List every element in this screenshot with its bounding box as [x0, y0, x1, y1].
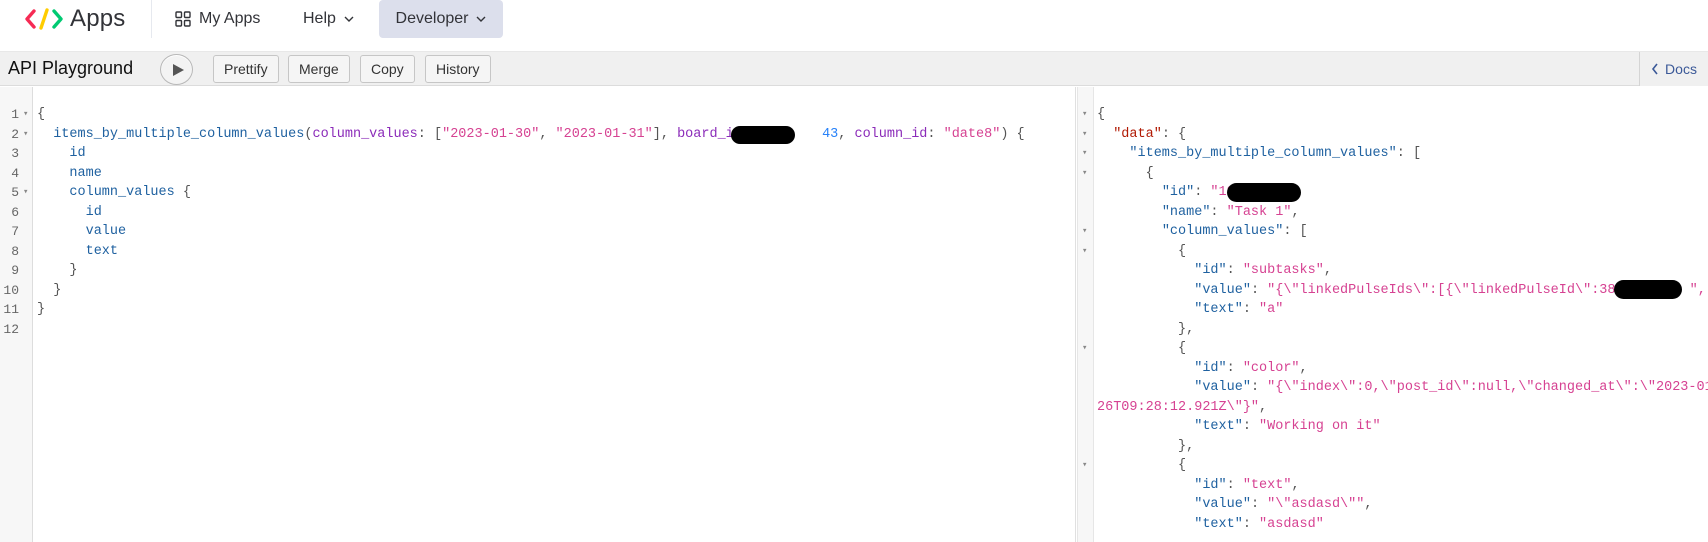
code-line: id [85, 204, 102, 220]
code-line: items_by_multiple_column_values(column_v… [53, 126, 1025, 142]
code-line: } [37, 302, 46, 317]
fold-arrow-icon[interactable]: ▾ [1082, 222, 1087, 242]
docs-label: Docs [1665, 61, 1697, 77]
line-number: 9 [11, 263, 19, 278]
result-line: 26T09:28:12.921Z\"}", [1097, 399, 1268, 415]
fold-arrow-icon[interactable]: ▾ [23, 105, 28, 125]
code-line: { [37, 107, 46, 122]
line-number: 5 [11, 185, 19, 200]
nav-my-apps[interactable]: My Apps [175, 0, 260, 38]
result-line: { [1145, 165, 1154, 181]
fold-arrow-icon[interactable]: ▾ [1082, 144, 1087, 164]
history-button[interactable]: History [425, 55, 491, 83]
line-number: 12 [3, 321, 19, 337]
line-number: 8 [11, 243, 19, 259]
fold-arrow-icon[interactable]: ▾ [23, 125, 28, 145]
fold-arrow-icon[interactable]: ▾ [1082, 242, 1087, 262]
line-number: 4 [11, 165, 19, 181]
brand[interactable]: Apps [24, 0, 126, 38]
code-line: text [85, 243, 119, 259]
chevron-down-icon [476, 16, 486, 22]
fold-arrow-icon[interactable]: ▾ [1082, 164, 1087, 184]
nav-my-apps-label: My Apps [199, 10, 261, 27]
code-brackets-logo-icon [25, 8, 63, 30]
result-line: "text": "asdasd" [1194, 516, 1324, 532]
line-number: 2 [11, 126, 19, 142]
prettify-button[interactable]: Prettify [213, 55, 279, 83]
page-title: API Playground [8, 58, 134, 78]
docs-button[interactable]: Docs [1639, 52, 1708, 86]
result-line: "name": "Task 1", [1161, 204, 1300, 220]
redaction-mark [1227, 183, 1301, 202]
line-number: 1 [11, 107, 19, 122]
result-line: "id": "19 [1161, 185, 1235, 200]
result-line: { [1178, 458, 1187, 473]
result-line: "data": { [1113, 126, 1187, 142]
result-line: { [1178, 243, 1187, 259]
nav-help[interactable]: Help [303, 0, 354, 38]
nav-help-label: Help [303, 10, 336, 27]
execute-query-button[interactable] [160, 54, 193, 85]
result-line: }, [1178, 321, 1195, 337]
fold-arrow-icon[interactable]: ▾ [1082, 339, 1087, 359]
result-line: { [1178, 341, 1187, 356]
result-line: "id": "text", [1194, 477, 1300, 493]
nav-developer[interactable]: Developer [379, 0, 503, 38]
copy-button[interactable]: Copy [360, 55, 415, 83]
line-number: 10 [3, 282, 19, 298]
result-line: "value": "\"asdasd\"", [1194, 497, 1373, 512]
redaction-mark [731, 126, 795, 144]
chevron-left-icon [1652, 63, 1658, 75]
nav-developer-label: Developer [395, 10, 469, 27]
line-number: 7 [11, 224, 19, 239]
nav-divider [151, 0, 152, 38]
code-line: value [85, 224, 127, 239]
result-line: "text": "Working on it" [1194, 419, 1381, 434]
result-line: { [1097, 107, 1106, 122]
top-navigation: Apps My Apps Help Developer [0, 0, 1708, 51]
play-icon [172, 63, 184, 76]
code-line: column_values { [69, 185, 191, 200]
query-editor[interactable]: 1 2 3 4 5 6 7 8 9 10 11 12 ▾ ▾ ▾ { items… [0, 87, 1076, 542]
playground-toolbar: API Playground Prettify Merge Copy Histo… [0, 51, 1708, 86]
result-line: "id": "subtasks", [1194, 263, 1332, 278]
result-line: "value": "{\"index\":0,\"post_id\":null,… [1194, 380, 1708, 395]
result-viewer: ▾ ▾ ▾ ▾ ▾ ▾ ▾ ▾ { "data": { "items_by_mu… [1077, 87, 1708, 542]
code-line: } [69, 263, 78, 278]
result-line: "id": "color", [1194, 360, 1308, 376]
fold-arrow-icon[interactable]: ▾ [1082, 456, 1087, 476]
result-line: }, [1178, 438, 1195, 454]
grid-icon [175, 11, 191, 27]
line-number: 3 [11, 146, 19, 161]
brand-title: Apps [70, 5, 126, 32]
code-line: } [53, 282, 62, 298]
line-number: 11 [3, 302, 19, 317]
line-number: 6 [11, 204, 19, 220]
result-line: "items_by_multiple_column_values": [ [1129, 146, 1422, 161]
fold-arrow-icon[interactable]: ▾ [23, 183, 28, 203]
result-line: "column_values": [ [1161, 224, 1308, 239]
result-line: "text": "a" [1194, 302, 1284, 317]
fold-arrow-icon[interactable]: ▾ [1082, 125, 1087, 145]
chevron-down-icon [344, 16, 354, 22]
code-line: id [69, 146, 86, 161]
code-line: name [69, 165, 102, 181]
result-line [1097, 534, 1178, 542]
fold-arrow-icon[interactable]: ▾ [1082, 105, 1087, 125]
redaction-mark [1614, 280, 1682, 299]
merge-button[interactable]: Merge [288, 55, 350, 83]
